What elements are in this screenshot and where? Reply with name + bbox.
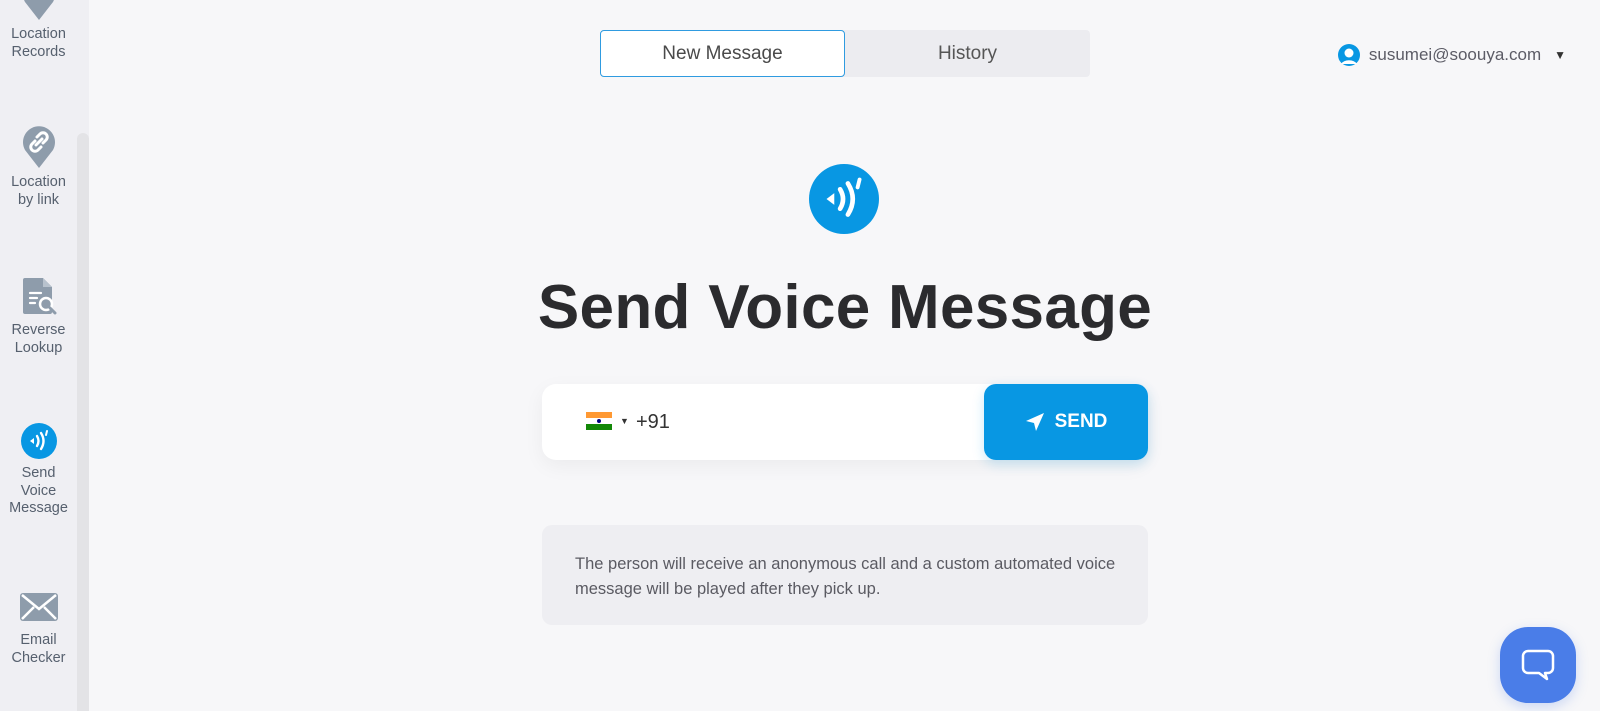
sidebar-item-label: Send Voice Message [9,465,68,516]
user-menu[interactable]: susumei@soouya.com ▼ [1337,44,1566,66]
country-selector[interactable]: ▼ [586,412,629,430]
sidebar-item-label: Location Records [11,26,66,60]
chevron-down-icon: ▼ [620,416,629,426]
user-email: susumei@soouya.com [1368,45,1542,64]
chat-bubble-icon [1521,649,1555,681]
sidebar-item-send-voice-message[interactable]: Send Voice Message [0,423,77,518]
sidebar-scrollbar[interactable] [77,133,89,711]
sidebar-item-label: Location by link [11,174,66,208]
voice-message-hero-icon [809,164,879,239]
tab-history[interactable]: History [845,30,1090,77]
page-title: Send Voice Message [537,273,1153,342]
info-box: The person will receive an anonymous cal… [542,525,1148,625]
sidebar-item-location-records[interactable]: Location Records [0,0,77,61]
sidebar-item-email-checker[interactable]: Email Checker [0,592,77,667]
tab-new-message[interactable]: New Message [600,30,845,77]
send-button[interactable]: SEND [984,384,1148,460]
sidebar-item-label: Email Checker [11,632,66,666]
sidebar: Location Records Location by link Revers… [0,0,89,711]
chevron-down-icon: ▼ [1554,48,1566,62]
info-text: The person will receive an anonymous cal… [575,555,1116,598]
chat-support-button[interactable] [1500,627,1576,703]
envelope-icon [19,593,58,621]
location-pin-icon [23,0,54,20]
voice-message-icon [20,423,57,459]
phone-number-input[interactable] [636,404,976,440]
message-tabs: New Message History [600,30,1090,77]
send-button-label: SEND [1054,411,1108,432]
link-pin-icon [22,126,55,168]
user-avatar-icon [1337,44,1360,66]
send-arrow-icon [1025,413,1044,431]
india-flag-icon [586,412,612,430]
sidebar-item-location-by-link[interactable]: Location by link [0,124,77,209]
